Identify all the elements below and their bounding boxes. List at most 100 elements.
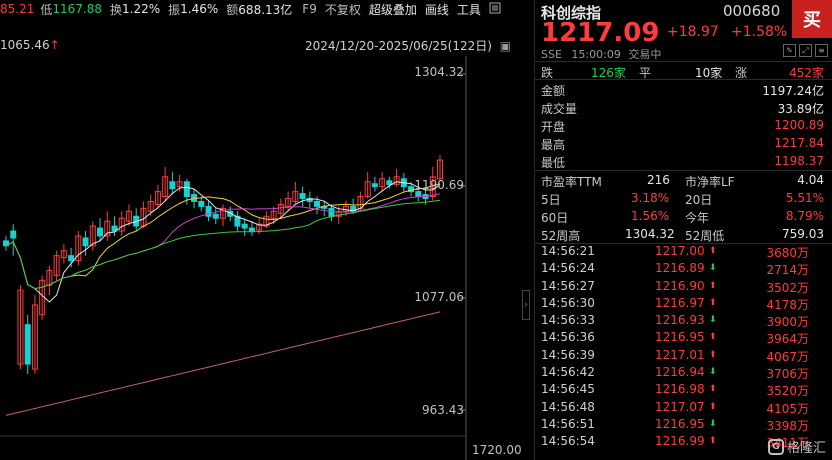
quote-time: 15:00:09 [571,48,621,61]
high-marker: 1065.46↑ [0,38,60,52]
kline-svg[interactable] [0,56,526,460]
edit-icon[interactable]: ✎ [783,44,796,57]
volume-axis-label: 1720.00亿 [472,443,522,460]
h52-label: 52周高 [541,229,581,243]
pe-label: 市盈率TTM [541,175,602,189]
ytd-label: 今年 [685,211,710,225]
arrow-down-icon: ⬇ [709,418,717,429]
tick-volume: 3706万 [766,367,809,382]
draw-line-button[interactable]: 画线 [425,1,449,18]
tick-time: 14:56:30 [541,295,595,310]
tick-price: 1216.94 [655,365,705,380]
tools-button[interactable]: 工具 [457,1,481,18]
tick-price: 1216.89 [655,261,705,276]
advance-decline-row: 跌 126家 平 10家 涨 452家 [535,62,832,80]
tick-volume: 3964万 [766,332,809,347]
arrow-up-icon: ⬆ [709,401,717,412]
buy-button[interactable]: 买 [792,0,832,38]
candle-down [328,207,335,217]
list-icon[interactable]: ≡ [815,44,828,57]
kline-chart-pane[interactable]: 85.21 低 1167.88 换 1.22% 振 1.46% 额 688.13… [0,0,530,460]
tick-volume: 3520万 [766,384,809,399]
l52-value: 759.03 [782,227,824,241]
arrow-up-icon: ⬆ [709,297,717,308]
tick-time: 14:56:39 [541,347,595,362]
stat-value: 1217.84 [774,136,824,150]
tick-price: 1217.07 [655,399,705,414]
stat-label: 最高 [541,138,566,152]
collapse-panel-handle[interactable]: › [522,290,530,320]
price-axis-label: 1190.69 [414,178,464,192]
amount-label: 额 [226,2,239,17]
stat-row: 金额 1197.24亿 [535,80,832,98]
last-price: 1217.09 [541,18,660,48]
turnover-value: 1.22% [122,2,161,16]
candle-down [299,193,306,200]
watermark: G 格隆汇 [767,437,826,456]
candle-down [415,191,422,198]
high-marker-value: 1065.46 [0,38,50,52]
rise-count: 452家 [789,66,824,80]
no-adjust-button[interactable]: 不复权 [325,1,361,18]
tick-time: 14:56:48 [541,399,595,414]
tick-row: 14:56:45 1216.98 ⬆ 3520万 [535,381,832,398]
candle-down [10,230,17,239]
f9-button[interactable]: F9 [302,2,317,16]
arrow-down-icon: ⬇ [709,367,717,378]
candle-down [314,200,321,207]
index-code: 000680 [723,2,781,20]
amplitude-label: 振 [168,2,181,17]
valuation-row: 60日 1.56% 今年 8.79% [535,207,832,225]
tick-volume: 3680万 [766,246,809,260]
tick-time: 14:56:36 [541,330,595,345]
arrow-up-icon: ⬆ [709,436,717,447]
menu-icon[interactable] [489,2,501,17]
lock-icon[interactable]: ▣ [500,39,511,53]
l52-label: 52周低 [685,229,725,243]
candle-down [386,180,393,186]
tick-volume: 4178万 [766,297,809,312]
tick-time: 14:56:33 [541,313,595,328]
ytd-value: 8.79% [785,209,824,223]
flat-label: 平 [639,66,652,80]
amount-value: 688.13亿 [238,2,293,17]
expand-icon[interactable]: ⤢ [799,44,812,57]
overlay-button[interactable]: 超级叠加 [369,1,417,18]
d60-value: 1.56% [631,209,670,223]
pe-value: 216 [647,173,670,187]
tick-volume: 3502万 [766,280,809,295]
pb-value: 4.04 [797,173,824,187]
stat-row: 最高 1217.84 [535,134,832,152]
flat-count: 10家 [695,66,723,80]
candle-down [371,183,378,188]
d20-value: 5.51% [785,191,824,205]
tick-volume: 3900万 [766,315,809,330]
candle-down [241,223,248,229]
tick-price: 1216.99 [655,434,705,449]
tick-list[interactable]: 14:56:21 1217.00 ⬆ 3680万 14:56:24 1216.89 ⬇ 271… [535,243,832,451]
candle-down [248,227,255,232]
tick-price: 1216.98 [655,382,705,397]
ma5-line [5,181,441,303]
candle-down [198,200,205,207]
stat-value: 33.89亿 [777,102,824,116]
tick-row: 14:56:36 1216.95 ⬆ 3964万 [535,329,832,346]
d60-label: 60日 [541,211,569,225]
fall-count: 126家 [591,66,626,80]
d5-value: 3.18% [631,191,670,205]
tick-price: 1216.95 [655,330,705,345]
stats-block: 金额 1197.24亿 成交量 33.89亿 开盘 1200.89 最高 1217.84 最低 1… [535,80,832,171]
stat-label: 金额 [541,84,566,98]
tick-row: 14:56:39 1217.01 ⬆ 4067万 [535,347,832,364]
date-range-text: 2024/12/20-2025/06/25(122日) [305,39,492,53]
tick-time: 14:56:24 [541,261,595,276]
tick-row: 14:56:51 1216.95 ⬇ 3398万 [535,416,832,433]
price-axis-label: 1077.06 [414,290,464,304]
valuation-row: 5日 3.18% 20日 5.51% [535,189,832,207]
tick-price: 1217.01 [655,347,705,362]
stat-row: 开盘 1200.89 [535,116,832,134]
quote-header: 科创综指 000680 买 1217.09 +18.97 +1.58% SSE … [535,0,832,62]
valuation-row: 52周高 1304.32 52周低 759.03 [535,225,832,243]
stat-value: 1197.24亿 [762,84,824,98]
d5-label: 5日 [541,193,561,207]
